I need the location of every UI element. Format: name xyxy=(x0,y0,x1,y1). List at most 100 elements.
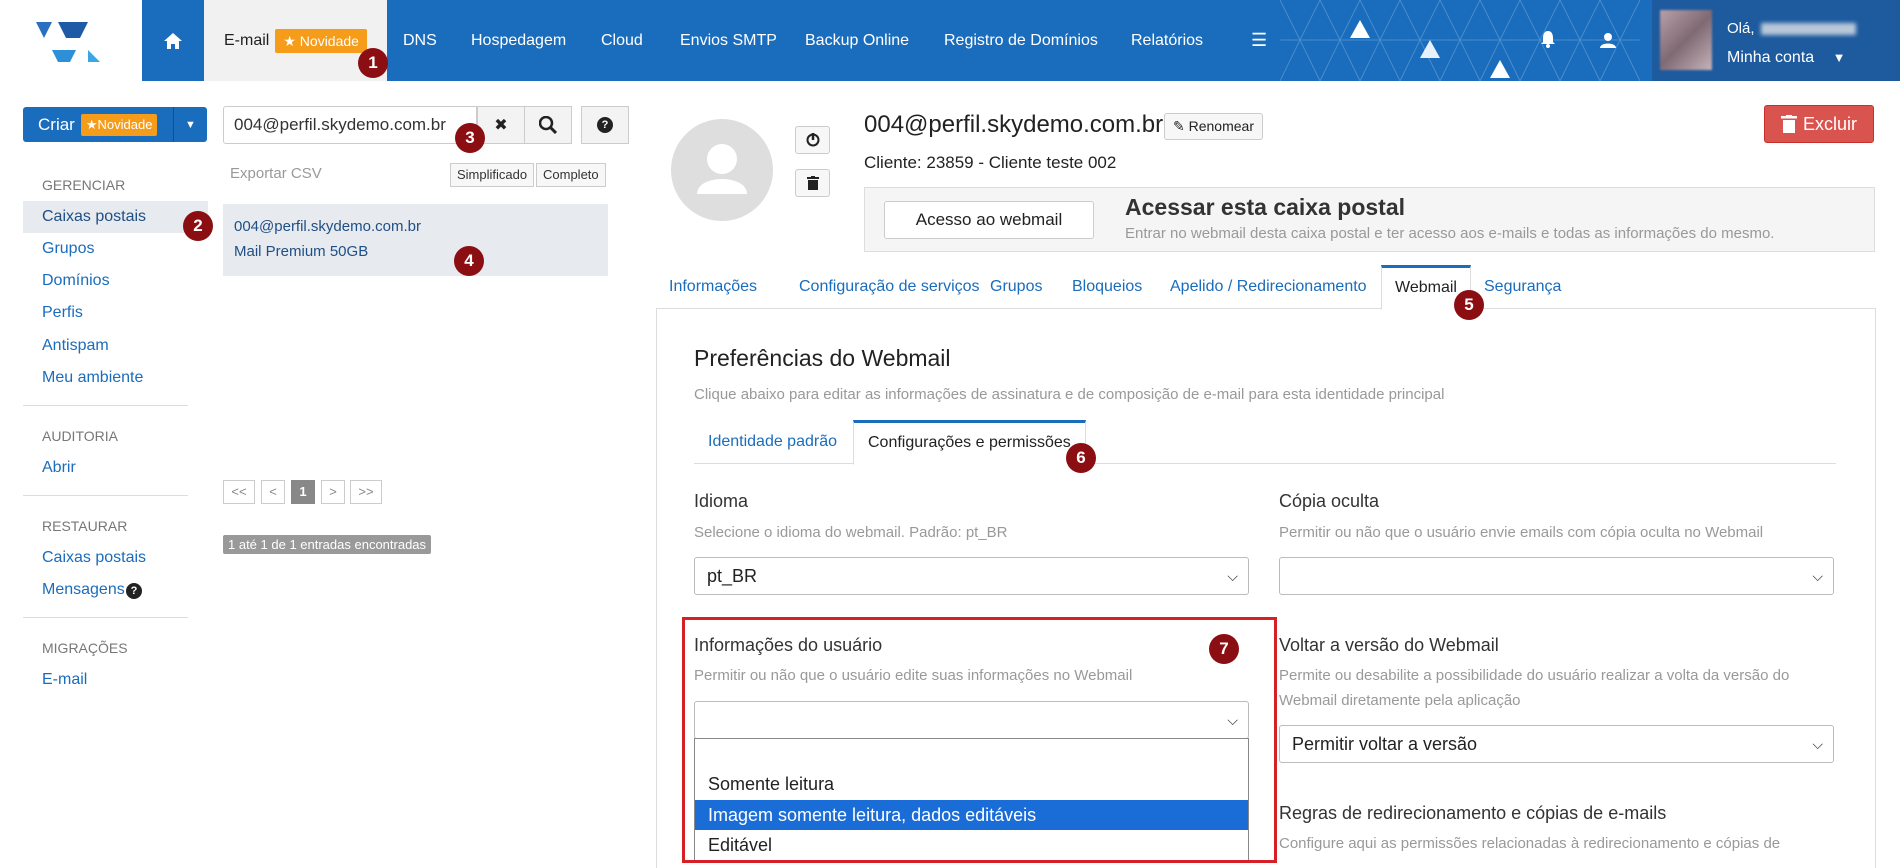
tab-grupos[interactable]: Grupos xyxy=(977,265,1055,309)
voltar-versao-desc-2: Webmail diretamente pela aplicação xyxy=(1279,692,1521,709)
novidade-badge: ★ Novidade xyxy=(275,28,367,53)
rename-button[interactable]: ✎ Renomear xyxy=(1164,113,1263,140)
regras-desc: Configure aqui as permissões relacionada… xyxy=(1279,835,1781,852)
webmail-access-desc: Entrar no webmail desta caixa postal e t… xyxy=(1125,225,1775,242)
nav-cloud[interactable]: Cloud xyxy=(601,0,643,81)
result-email: 004@perfil.skydemo.com.br xyxy=(234,218,421,235)
user-silhouette-icon xyxy=(697,144,747,194)
voltar-versao-select[interactable]: Permitir voltar a versão ⌵ xyxy=(1279,725,1834,763)
webmail-access-title: Acessar esta caixa postal xyxy=(1125,194,1406,220)
sidebar-item-antispam[interactable]: Antispam xyxy=(42,337,109,355)
logo[interactable] xyxy=(0,0,142,81)
home-icon xyxy=(164,32,182,49)
webmail-access-button[interactable]: Acesso ao webmail xyxy=(884,201,1094,239)
top-navbar: E-mail ★ Novidade DNS Hospedagem Cloud En… xyxy=(0,0,1900,81)
section-restaurar: RESTAURAR xyxy=(42,518,128,534)
pager-first[interactable]: << xyxy=(223,480,255,504)
copia-oculta-desc: Permitir ou não que o usuário envie emai… xyxy=(1279,524,1764,541)
webmail-access-panel: Acesso ao webmail Acessar esta caixa pos… xyxy=(864,187,1875,252)
bell-icon[interactable] xyxy=(1540,30,1556,53)
pager-prev[interactable]: < xyxy=(261,480,285,504)
sidebar-item-migracao-email[interactable]: E-mail xyxy=(42,671,87,689)
sidebar-item-mensagens[interactable]: Mensagens xyxy=(42,581,125,599)
idioma-desc: Selecione o idioma do webmail. Padrão: p… xyxy=(694,524,1008,541)
subtab-identidade-padrao[interactable]: Identidade padrão xyxy=(694,420,851,464)
tab-bloqueios[interactable]: Bloqueios xyxy=(1059,265,1155,309)
nav-email-label: E-mail xyxy=(224,32,270,49)
account-label: Minha conta xyxy=(1727,49,1815,66)
result-plan: Mail Premium 50GB xyxy=(234,243,369,260)
tab-configuracao-servicos[interactable]: Configuração de serviços xyxy=(786,265,993,309)
regras-label: Regras de redirecionamento e cópias de e… xyxy=(1279,803,1667,823)
marker-6: 6 xyxy=(1066,443,1096,473)
nav-registro-dominios[interactable]: Registro de Domínios xyxy=(944,0,1098,81)
search-input[interactable]: 004@perfil.skydemo.com.br xyxy=(223,106,477,144)
sidebar-item-caixas-postais[interactable]: Caixas postais xyxy=(23,201,208,233)
voltar-versao-value: Permitir voltar a versão xyxy=(1292,734,1478,754)
prefs-subtabs: Identidade padrão Configurações e permis… xyxy=(694,420,1836,465)
subtab-configuracoes-permissoes[interactable]: Configurações e permissões xyxy=(853,420,1086,465)
marker-7: 7 xyxy=(1209,634,1239,664)
view-simple-button[interactable]: Simplificado xyxy=(450,163,535,187)
create-novidade-badge: ★Novidade xyxy=(80,113,158,136)
create-badge-text: Novidade xyxy=(97,116,153,132)
sidebar-item-perfis[interactable]: Perfis xyxy=(42,304,83,322)
export-csv-link[interactable]: Exportar CSV xyxy=(230,165,322,182)
mailbox-avatar xyxy=(671,119,773,221)
divider xyxy=(23,495,188,496)
idioma-label: Idioma xyxy=(694,491,749,511)
rename-label: Renomear xyxy=(1188,118,1254,134)
create-button[interactable]: Criar ★Novidade ▼ xyxy=(23,107,207,142)
divider xyxy=(23,405,188,406)
section-auditoria: AUDITORIA xyxy=(42,428,118,444)
create-dropdown-toggle[interactable]: ▼ xyxy=(173,107,207,142)
copia-oculta-select[interactable]: ⌵ xyxy=(1279,557,1834,595)
help-icon[interactable]: ? xyxy=(126,583,142,599)
trash-button[interactable] xyxy=(795,169,830,197)
caret-down-icon: ▼ xyxy=(185,118,196,131)
client-info: Cliente: 23859 - Cliente teste 002 xyxy=(864,153,1117,172)
tab-seguranca[interactable]: Segurança xyxy=(1471,265,1574,309)
idioma-select[interactable]: pt_BR ⌵ xyxy=(694,557,1249,595)
nav-dns[interactable]: DNS xyxy=(403,0,437,81)
marker-3: 3 xyxy=(455,123,485,153)
mailbox-title: 004@perfil.skydemo.com.br xyxy=(864,111,1164,138)
chevron-down-icon: ⌵ xyxy=(1812,736,1823,752)
sidebar-item-restaurar-caixas[interactable]: Caixas postais xyxy=(42,549,146,567)
entries-count: 1 até 1 de 1 entradas encontradas xyxy=(223,535,432,554)
sidebar-item-meu-ambiente[interactable]: Meu ambiente xyxy=(42,369,143,387)
help-button[interactable]: ? xyxy=(581,106,629,144)
tab-apelido-redirecionamento[interactable]: Apelido / Redirecionamento xyxy=(1157,265,1380,309)
close-icon: ✖ xyxy=(494,117,508,134)
tab-informacoes[interactable]: Informações xyxy=(656,265,770,309)
power-button[interactable] xyxy=(795,126,830,154)
avatar xyxy=(1660,10,1712,70)
chevron-down-icon: ⌵ xyxy=(1227,568,1238,584)
trash-icon xyxy=(1780,115,1797,133)
nav-relatorios[interactable]: Relatórios xyxy=(1131,0,1203,81)
delete-button[interactable]: Excluir xyxy=(1764,105,1874,143)
sidebar-item-abrir[interactable]: Abrir xyxy=(42,459,76,477)
username-blurred xyxy=(1760,23,1856,36)
chevron-down-icon: ▼ xyxy=(1832,50,1846,65)
sidebar-item-grupos[interactable]: Grupos xyxy=(42,240,94,258)
copia-oculta-label: Cópia oculta xyxy=(1279,491,1380,511)
pager-next[interactable]: > xyxy=(321,480,345,504)
prefs-desc: Clique abaixo para editar as informações… xyxy=(694,386,1445,403)
nav-backup-online[interactable]: Backup Online xyxy=(805,0,909,81)
sidebar-item-dominios[interactable]: Domínios xyxy=(42,272,110,290)
user-icon[interactable] xyxy=(1600,32,1616,53)
chevron-down-icon: ⌵ xyxy=(1812,568,1823,584)
trash-icon xyxy=(806,176,819,190)
view-full-button[interactable]: Completo xyxy=(536,163,606,187)
list-item[interactable]: 004@perfil.skydemo.com.br Mail Premium 5… xyxy=(223,204,608,276)
pager-last[interactable]: >> xyxy=(350,480,382,504)
nav-envios-smtp[interactable]: Envios SMTP xyxy=(680,0,777,81)
nav-hospedagem[interactable]: Hospedagem xyxy=(471,0,566,81)
pager-current[interactable]: 1 xyxy=(291,480,315,504)
highlight-box xyxy=(682,617,1277,863)
hamburger-icon[interactable]: ☰ xyxy=(1251,0,1267,81)
home-button[interactable] xyxy=(142,0,204,81)
account-menu[interactable]: Minha conta ▼ xyxy=(1727,49,1846,67)
search-button[interactable] xyxy=(524,106,572,144)
